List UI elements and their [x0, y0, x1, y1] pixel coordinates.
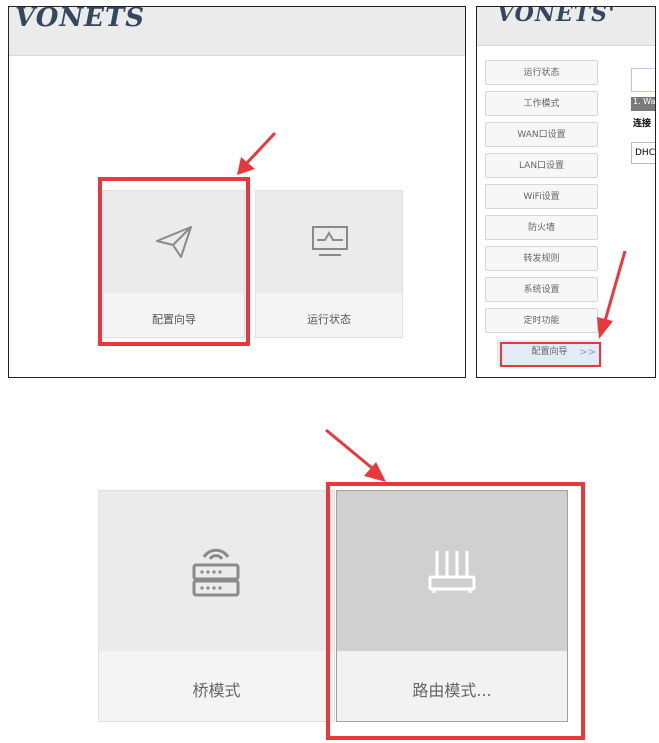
tile-bridge-mode[interactable]: 桥模式: [98, 490, 335, 722]
highlight-box: [98, 177, 250, 346]
nav-firewall[interactable]: 防火墙: [485, 215, 598, 240]
section-title: 1. Wa: [633, 97, 656, 106]
tile-icon-area: [99, 491, 334, 651]
nav-wan-settings[interactable]: WAN口设置: [485, 122, 598, 147]
nav-system-settings[interactable]: 系统设置: [485, 277, 598, 302]
header-bar: VONETS': [477, 7, 655, 46]
tile-label: 运行状态: [307, 313, 351, 326]
nav-forward-rules[interactable]: 转发规则: [485, 246, 598, 271]
highlight-box: [500, 342, 601, 367]
nav-work-mode[interactable]: 工作模式: [485, 91, 598, 116]
nav-wifi-settings[interactable]: WiFi设置: [485, 184, 598, 209]
content-section-bar: 1. Wa: [631, 97, 656, 111]
brand-logo: VONETS': [497, 6, 616, 27]
nav-run-status[interactable]: 运行状态: [485, 60, 598, 85]
pointer-arrow-icon: [597, 250, 627, 339]
tile-label: 桥模式: [192, 681, 241, 700]
tile-run-status[interactable]: 运行状态: [255, 190, 403, 338]
content-header-button[interactable]: [631, 68, 655, 92]
nav-lan-settings[interactable]: LAN口设置: [485, 153, 598, 178]
mode-select-panel: 桥模式 路由模式...: [0, 390, 659, 743]
connection-type-select[interactable]: DHC: [631, 142, 655, 164]
pointer-arrow-icon: [237, 131, 277, 175]
select-value: DHC: [635, 148, 655, 158]
nav-timer-function[interactable]: 定时功能: [485, 308, 598, 333]
pointer-arrow-icon: [325, 428, 386, 482]
brand-logo: VONETS: [15, 6, 146, 33]
tile-icon-area: [256, 191, 402, 293]
settings-panel: VONETS' 运行状态 工作模式 WAN口设置 LAN口设置 WiFi设置 防…: [476, 6, 656, 378]
home-panel: VONETS 配置向导 运行状态: [8, 6, 466, 378]
field-label: 连接: [633, 119, 652, 129]
highlight-box: [326, 482, 585, 740]
monitor-icon: [312, 226, 348, 256]
router-stack-icon: [192, 548, 240, 597]
header-bar: VONETS: [9, 7, 465, 56]
